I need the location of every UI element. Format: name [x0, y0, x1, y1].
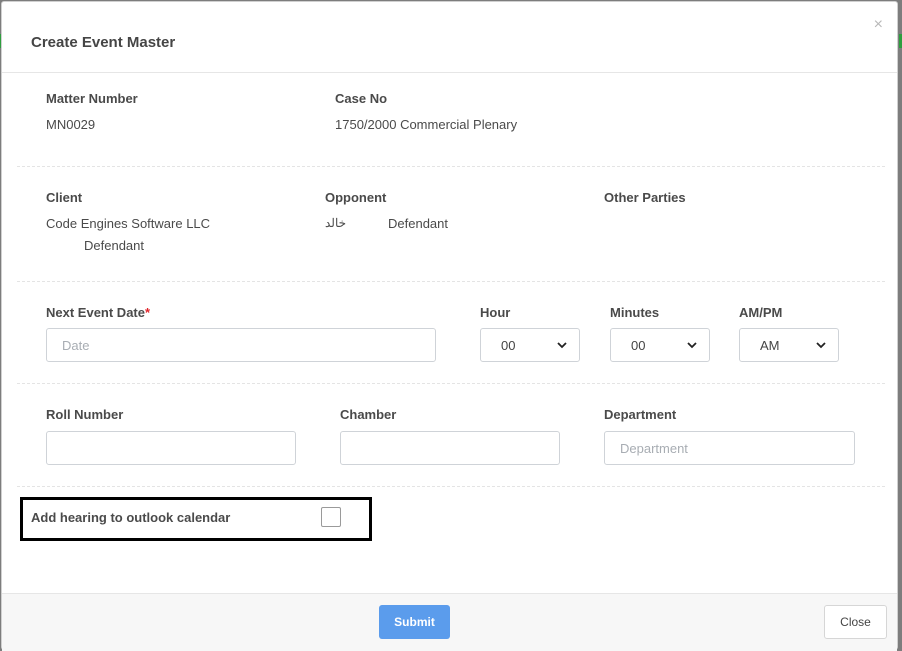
- department-label: Department: [604, 407, 677, 422]
- chevron-down-icon: [687, 342, 697, 349]
- roll-number-label: Roll Number: [46, 407, 124, 422]
- hour-select[interactable]: 00: [480, 328, 580, 362]
- ampm-label: AM/PM: [739, 305, 783, 320]
- modal-title: Create Event Master: [31, 34, 176, 51]
- ampm-select[interactable]: AM: [739, 328, 839, 362]
- section-divider: [17, 383, 885, 384]
- minutes-select[interactable]: 00: [610, 328, 710, 362]
- create-event-modal: Create Event Master × Matter Number MN00…: [1, 1, 898, 651]
- opponent-name: خالد: [325, 216, 347, 230]
- hour-select-value: 00: [501, 337, 516, 353]
- opponent-role: Defendant: [388, 216, 448, 231]
- close-icon[interactable]: ×: [874, 16, 883, 34]
- client-role: Defendant: [84, 238, 144, 253]
- chevron-down-icon: [816, 342, 826, 349]
- section-divider: [17, 281, 885, 282]
- roll-number-input[interactable]: [46, 431, 296, 465]
- case-no-label: Case No: [335, 91, 388, 106]
- client-label: Client: [46, 190, 83, 205]
- submit-button[interactable]: Submit: [379, 605, 450, 639]
- next-event-date-label-text: Next Event Date: [46, 305, 145, 320]
- matter-number-label: Matter Number: [46, 91, 138, 106]
- matter-number-value: MN0029: [46, 117, 96, 132]
- modal-footer: Submit Close: [2, 593, 897, 651]
- client-name: Code Engines Software LLC: [46, 216, 211, 231]
- next-event-date-input[interactable]: [46, 328, 436, 362]
- next-event-date-label: Next Event Date*: [46, 305, 150, 320]
- minutes-label: Minutes: [610, 305, 660, 320]
- chamber-input[interactable]: [340, 431, 560, 465]
- outlook-calendar-label: Add hearing to outlook calendar: [31, 510, 231, 525]
- modal-header: Create Event Master ×: [2, 2, 897, 73]
- chevron-down-icon: [557, 342, 567, 349]
- ampm-select-value: AM: [760, 337, 780, 353]
- case-no-value: 1750/2000 Commercial Plenary: [335, 117, 518, 132]
- hour-label: Hour: [480, 305, 511, 320]
- opponent-label: Opponent: [325, 190, 387, 205]
- department-input[interactable]: [604, 431, 855, 465]
- section-divider: [17, 486, 885, 487]
- required-asterisk: *: [144, 305, 151, 320]
- other-parties-label: Other Parties: [604, 190, 686, 205]
- chamber-label: Chamber: [340, 407, 397, 422]
- outlook-calendar-checkbox[interactable]: [321, 507, 341, 527]
- section-divider: [17, 166, 885, 167]
- minutes-select-value: 00: [631, 337, 646, 353]
- close-button[interactable]: Close: [824, 605, 887, 639]
